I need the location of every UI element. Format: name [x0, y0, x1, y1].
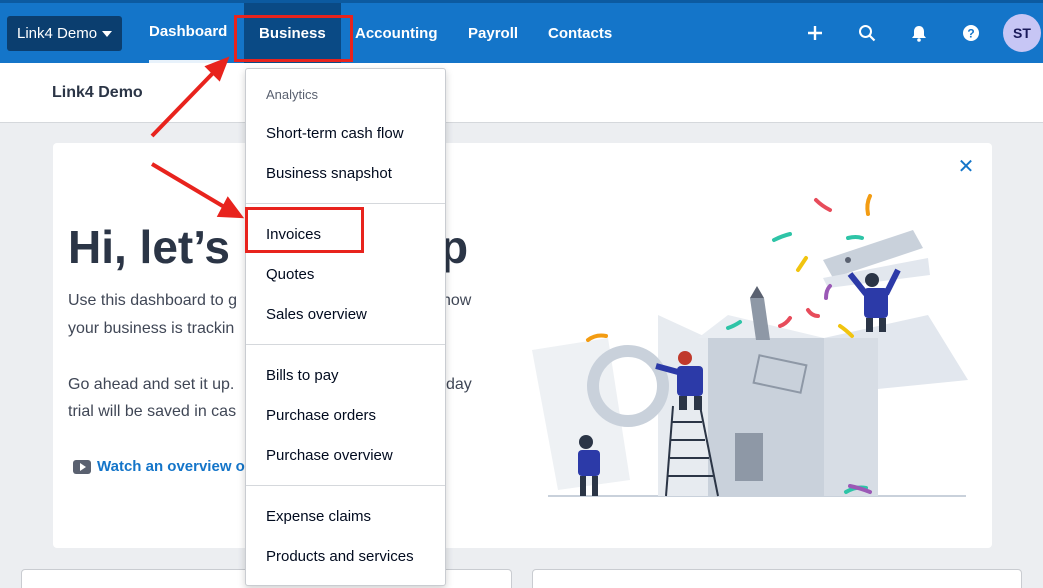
menu-divider: [246, 344, 445, 345]
nav-contacts[interactable]: Contacts: [548, 3, 612, 63]
close-icon[interactable]: ✕: [957, 157, 975, 177]
menu-item-quotes[interactable]: Quotes: [266, 266, 314, 283]
highlight-box-business: [234, 15, 353, 62]
org-switcher-button[interactable]: Link4 Demo: [7, 16, 122, 51]
welcome-illustration: [532, 194, 968, 497]
welcome-text-line-3: Go ahead and set it up.: [68, 376, 235, 393]
org-name: Link4 Demo: [52, 84, 143, 101]
menu-item-purchase-orders[interactable]: Purchase orders: [266, 407, 376, 424]
search-icon[interactable]: [855, 21, 879, 45]
bell-icon[interactable]: [907, 21, 931, 45]
user-avatar[interactable]: ST: [1003, 14, 1041, 52]
nav-accounting[interactable]: Accounting: [355, 3, 438, 63]
business-dropdown-menu: Analytics Short-term cash flow Business …: [245, 68, 446, 586]
menu-item-sales-overview[interactable]: Sales overview: [266, 306, 367, 323]
org-header: [0, 63, 1043, 123]
welcome-text-line-1: Use this dashboard to g: [68, 292, 237, 309]
menu-item-bills-to-pay[interactable]: Bills to pay: [266, 367, 339, 384]
menu-divider: [246, 485, 445, 486]
welcome-title: Hi, let’s: [68, 221, 230, 273]
menu-item-short-term-cash-flow[interactable]: Short-term cash flow: [266, 125, 404, 142]
menu-item-business-snapshot[interactable]: Business snapshot: [266, 165, 392, 182]
menu-item-expense-claims[interactable]: Expense claims: [266, 508, 371, 525]
watch-overview-label: Watch an overview o: [97, 458, 245, 475]
highlight-box-invoices: [245, 207, 364, 253]
welcome-text-line-1-end: how: [442, 292, 472, 309]
plus-icon[interactable]: [803, 21, 827, 45]
watch-overview-link[interactable]: Watch an overview o: [73, 458, 245, 475]
help-icon[interactable]: ?: [959, 21, 983, 45]
play-video-icon: [73, 459, 91, 474]
bottom-card-right: [532, 569, 1022, 588]
menu-section-analytics: Analytics: [266, 87, 319, 102]
nav-payroll[interactable]: Payroll: [468, 3, 518, 63]
welcome-text-line-4: trial will be saved in cas: [68, 403, 237, 420]
menu-divider: [246, 203, 445, 204]
menu-item-products-and-services[interactable]: Products and services: [266, 548, 414, 565]
org-switcher-label: Link4 Demo: [17, 25, 98, 42]
nav-dashboard[interactable]: Dashboard: [149, 3, 228, 63]
svg-text:?: ?: [967, 27, 974, 41]
menu-item-purchase-overview[interactable]: Purchase overview: [266, 447, 393, 464]
caret-down-icon: [102, 30, 113, 37]
top-navigation-bar: Link4 Demo Dashboard Business Accounting…: [0, 0, 1043, 63]
welcome-text-line-2: your business is trackin: [68, 320, 235, 337]
welcome-text-line-3-end: day: [446, 376, 472, 393]
